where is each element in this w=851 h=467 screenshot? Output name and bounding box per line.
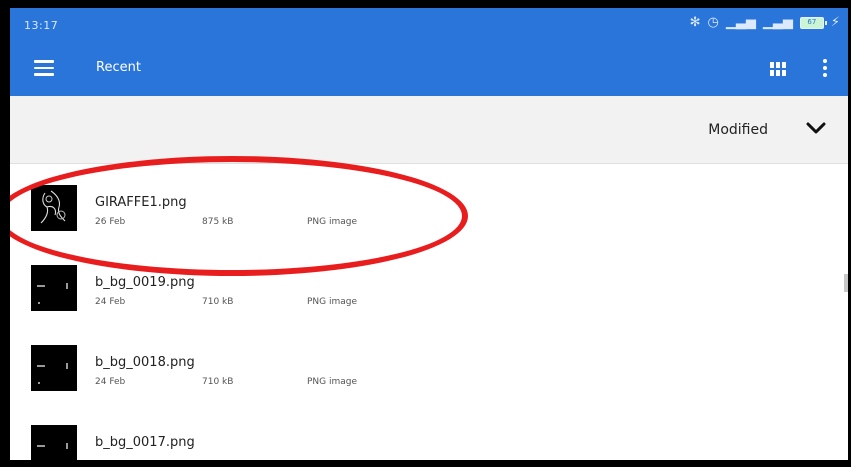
file-thumbnail <box>31 265 77 311</box>
file-list: GIRAFFE1.png 26 Feb 875 kB PNG image b_b… <box>10 165 848 460</box>
scrollbar[interactable] <box>844 274 848 292</box>
file-date: 24 Feb <box>95 297 126 307</box>
charging-icon: ⚡ <box>830 15 840 30</box>
list-item[interactable]: GIRAFFE1.png 26 Feb 875 kB PNG image <box>10 165 848 245</box>
app-bar: Recent <box>10 42 848 96</box>
signal-icon-2: ▁▃▅ <box>762 15 793 30</box>
file-size: 875 kB <box>202 217 234 227</box>
alarm-icon: ◷ <box>707 15 719 30</box>
file-size: 710 kB <box>202 377 234 387</box>
bluetooth-icon: ✻ <box>689 15 701 30</box>
sort-bar: Modified <box>10 96 848 164</box>
file-date: 26 Feb <box>95 217 126 227</box>
file-thumbnail <box>31 185 77 231</box>
chevron-down-icon[interactable] <box>806 121 826 135</box>
file-type: PNG image <box>307 377 358 387</box>
list-item[interactable]: b_bg_0018.png 24 Feb 710 kB PNG image <box>10 325 848 405</box>
file-thumbnail <box>31 425 77 460</box>
page-title: Recent <box>96 60 141 75</box>
sort-label[interactable]: Modified <box>708 122 768 138</box>
status-time: 13:17 <box>24 19 59 32</box>
file-name: GIRAFFE1.png <box>95 195 187 210</box>
file-type: PNG image <box>307 217 358 227</box>
list-item[interactable]: b_bg_0019.png 24 Feb 710 kB PNG image <box>10 245 848 325</box>
file-thumbnail <box>31 345 77 391</box>
grid-view-icon[interactable] <box>770 62 786 76</box>
file-date: 24 Feb <box>95 377 126 387</box>
signal-icon: ▁▃▅ <box>725 15 756 30</box>
more-options-icon[interactable] <box>822 59 828 79</box>
screen: 13:17 ✻ ◷ ▁▃▅ ▁▃▅ 67 ⚡ Recent Modified G… <box>10 8 848 460</box>
file-name: b_bg_0018.png <box>95 355 195 370</box>
menu-icon[interactable] <box>34 60 54 76</box>
file-name: b_bg_0019.png <box>95 275 195 290</box>
status-bar: 13:17 ✻ ◷ ▁▃▅ ▁▃▅ 67 ⚡ <box>10 8 848 42</box>
battery-icon: 67 <box>799 16 827 29</box>
file-type: PNG image <box>307 297 358 307</box>
file-name: b_bg_0017.png <box>95 435 195 450</box>
status-icons: ✻ ◷ ▁▃▅ ▁▃▅ 67 ⚡ <box>690 15 840 30</box>
list-item[interactable]: b_bg_0017.png <box>10 405 848 460</box>
file-size: 710 kB <box>202 297 234 307</box>
